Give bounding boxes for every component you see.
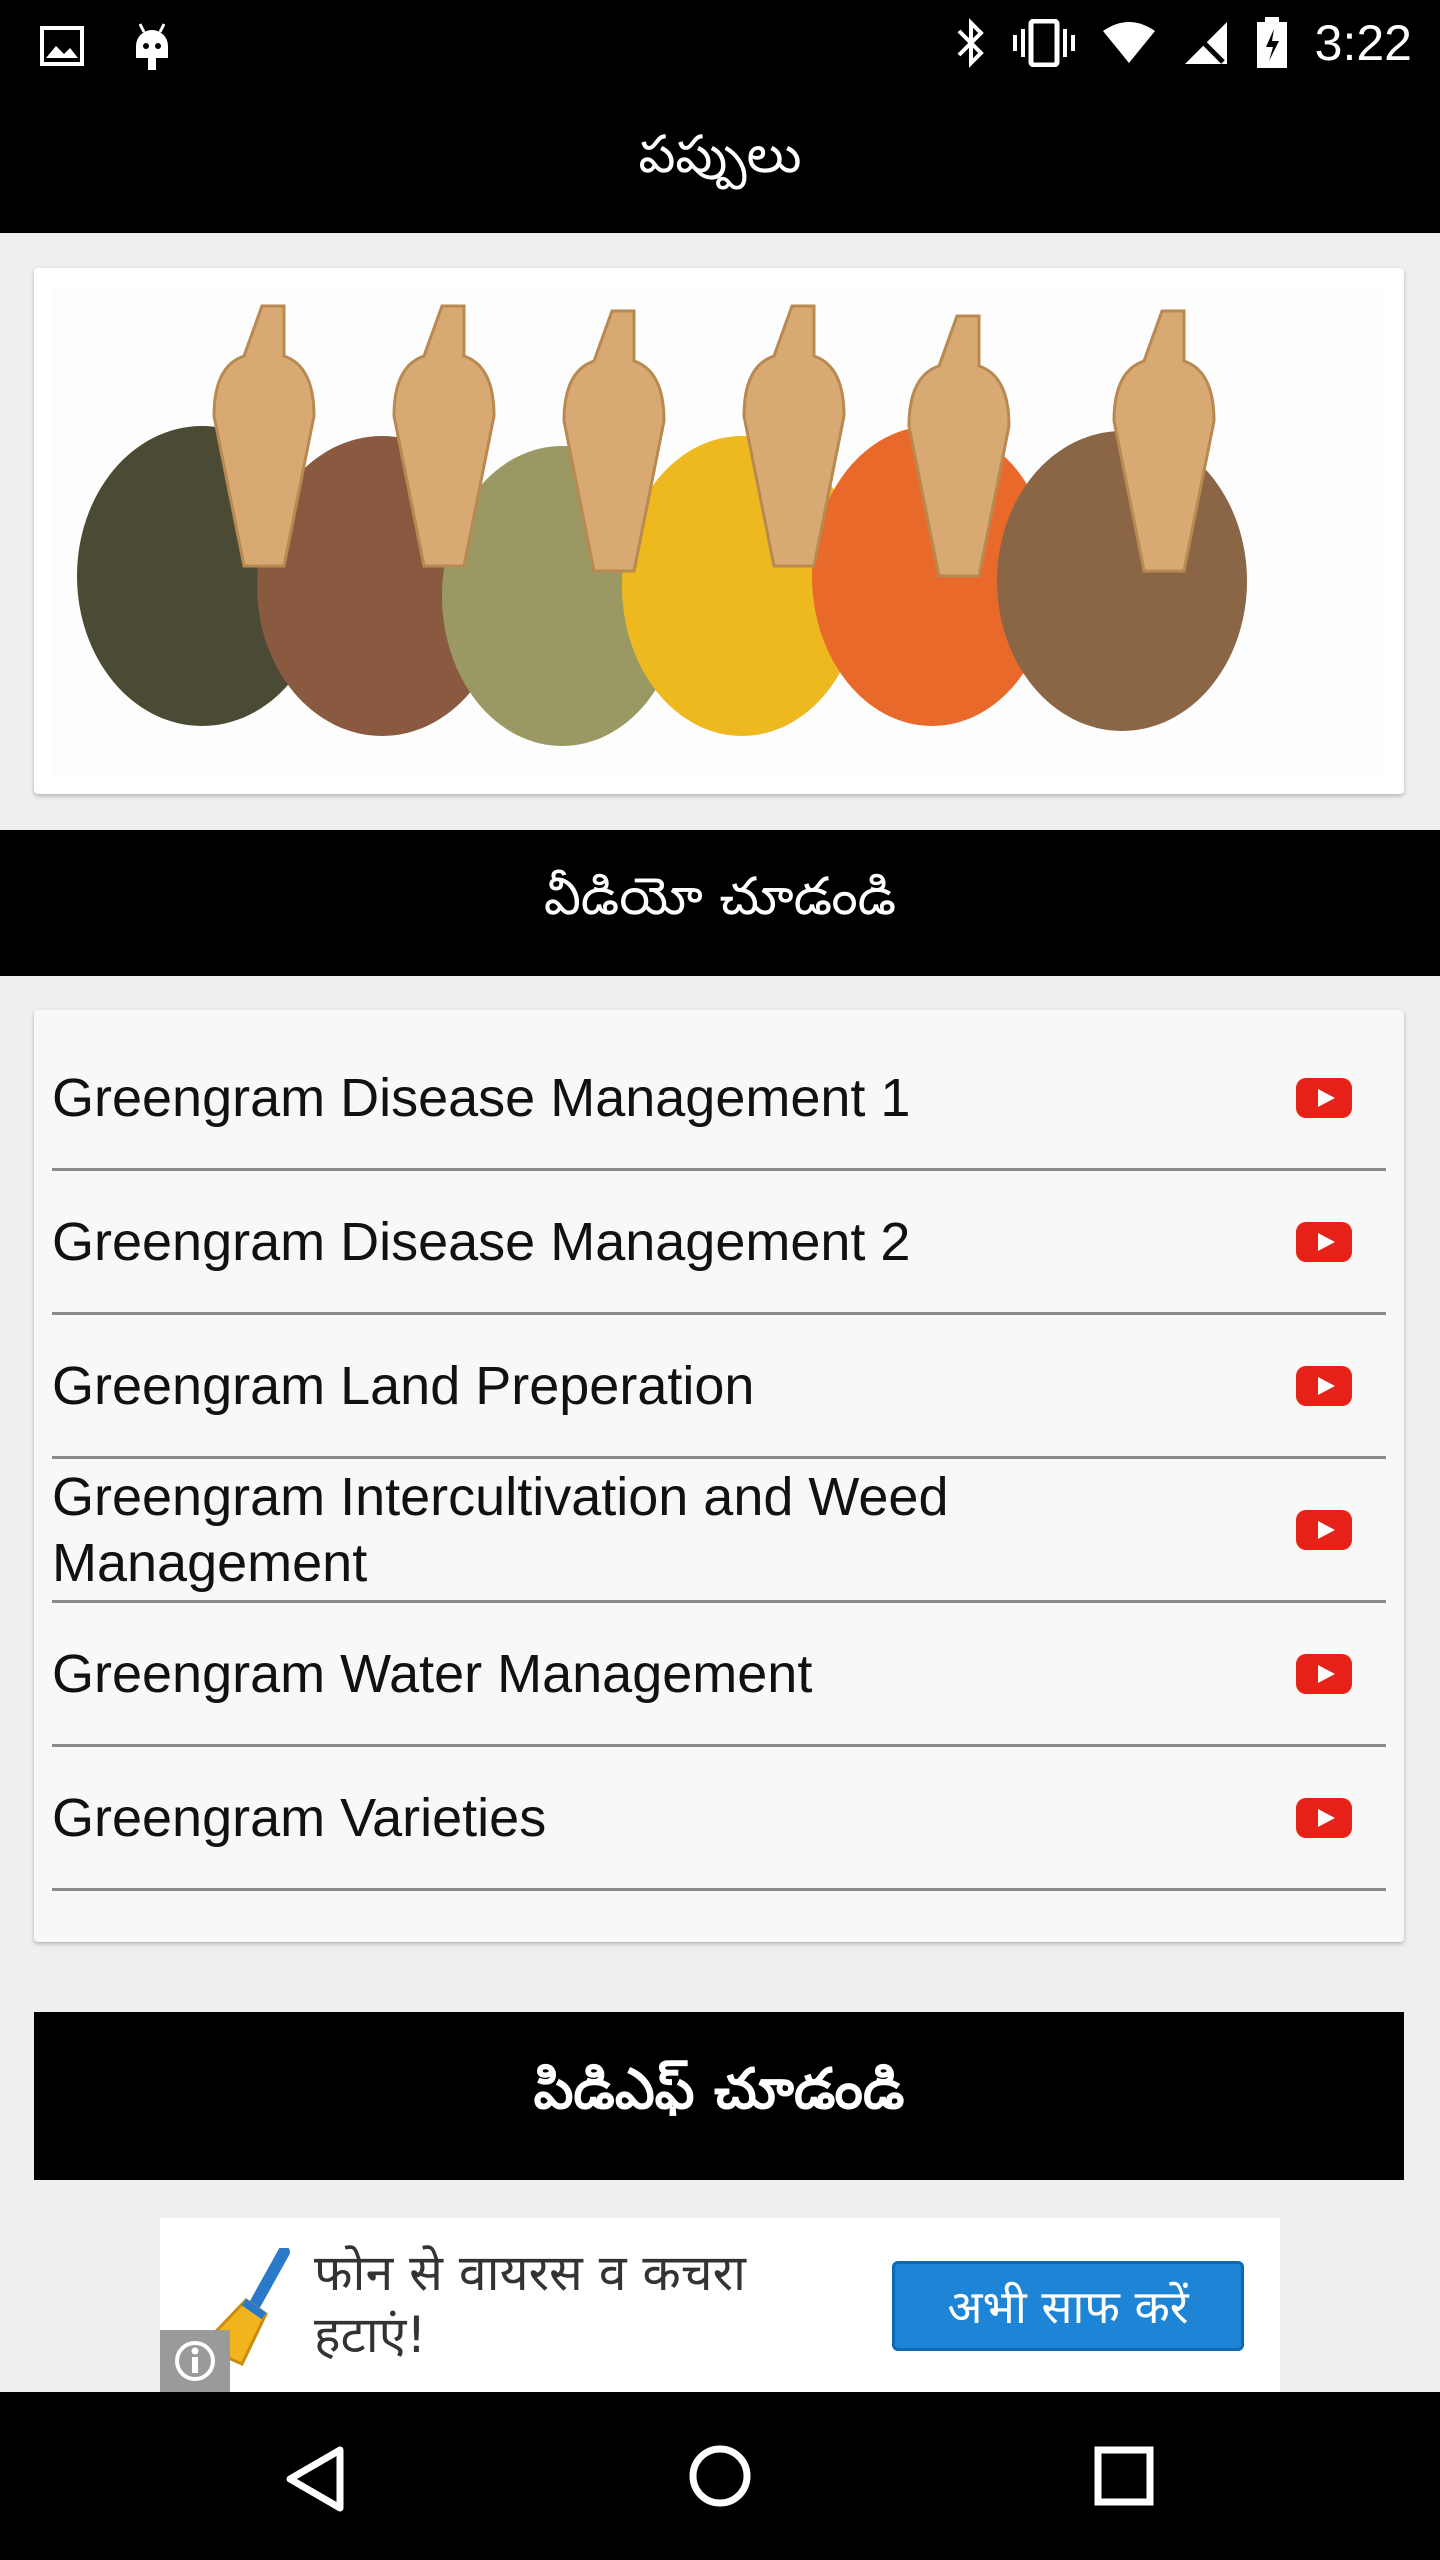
list-item[interactable]: Greengram Land Preperation [52,1316,1386,1459]
image-icon [40,26,84,66]
ad-banner[interactable]: फोन से वायरस व कचरा हटाएं! अभी साफ करें [160,2218,1280,2392]
recents-icon[interactable] [1094,2446,1154,2506]
list-item-label: Greengram Land Preperation [52,1356,755,1416]
vibrate-icon [1012,19,1075,67]
list-item-label: Greengram Water Management [52,1644,813,1704]
list-item[interactable]: Greengram Water Management [52,1604,1386,1747]
list-item[interactable]: Greengram Disease Management 1 [52,1028,1386,1171]
youtube-icon[interactable] [1296,1798,1352,1838]
app-title: పప్పులు [638,125,802,185]
signal-icon [1184,22,1227,64]
youtube-icon[interactable] [1296,1078,1352,1118]
android-icon [136,23,168,70]
battery-icon [1256,17,1287,68]
pdf-section-title: పిడిఎఫ్ చూడండి [533,2056,905,2122]
pdf-section-button[interactable]: పిడిఎఫ్ చూడండి [34,2012,1404,2180]
home-icon[interactable] [688,2444,752,2508]
list-item-label: Greengram Disease Management 1 [52,1068,911,1128]
video-section-header: వీడియో చూడండి [0,830,1440,976]
banner-card [34,268,1404,794]
list-item-label: Greengram Intercultivation and Weed Mana… [52,1467,949,1593]
status-time: 3:22 [1314,15,1412,71]
lentils-banner-image [52,286,1386,776]
navigation-bar [0,2392,1440,2560]
list-item-label: Greengram Disease Management 2 [52,1212,911,1272]
status-bar: 3:22 [0,0,1440,90]
ad-text: फोन से वायरस व कचरा हटाएं! [314,2244,746,2364]
youtube-icon[interactable] [1296,1510,1352,1550]
list-item[interactable]: Greengram Varieties [52,1748,1386,1891]
info-icon[interactable] [160,2330,230,2392]
youtube-icon[interactable] [1296,1366,1352,1406]
list-item-label: Greengram Varieties [52,1788,547,1848]
list-item[interactable]: Greengram Intercultivation and Weed Mana… [52,1460,1386,1603]
youtube-icon[interactable] [1296,1654,1352,1694]
video-section-title: వీడియో చూడండి [543,866,897,927]
ad-clean-button[interactable]: अभी साफ करें [892,2261,1244,2351]
list-item[interactable]: Greengram Disease Management 2 [52,1172,1386,1315]
back-icon[interactable] [282,2444,346,2514]
video-list: Greengram Disease Management 1 Greengram… [34,1010,1404,1942]
bluetooth-icon [957,18,984,68]
youtube-icon[interactable] [1296,1222,1352,1262]
app-bar: పప్పులు [0,90,1440,233]
wifi-icon [1102,22,1155,63]
